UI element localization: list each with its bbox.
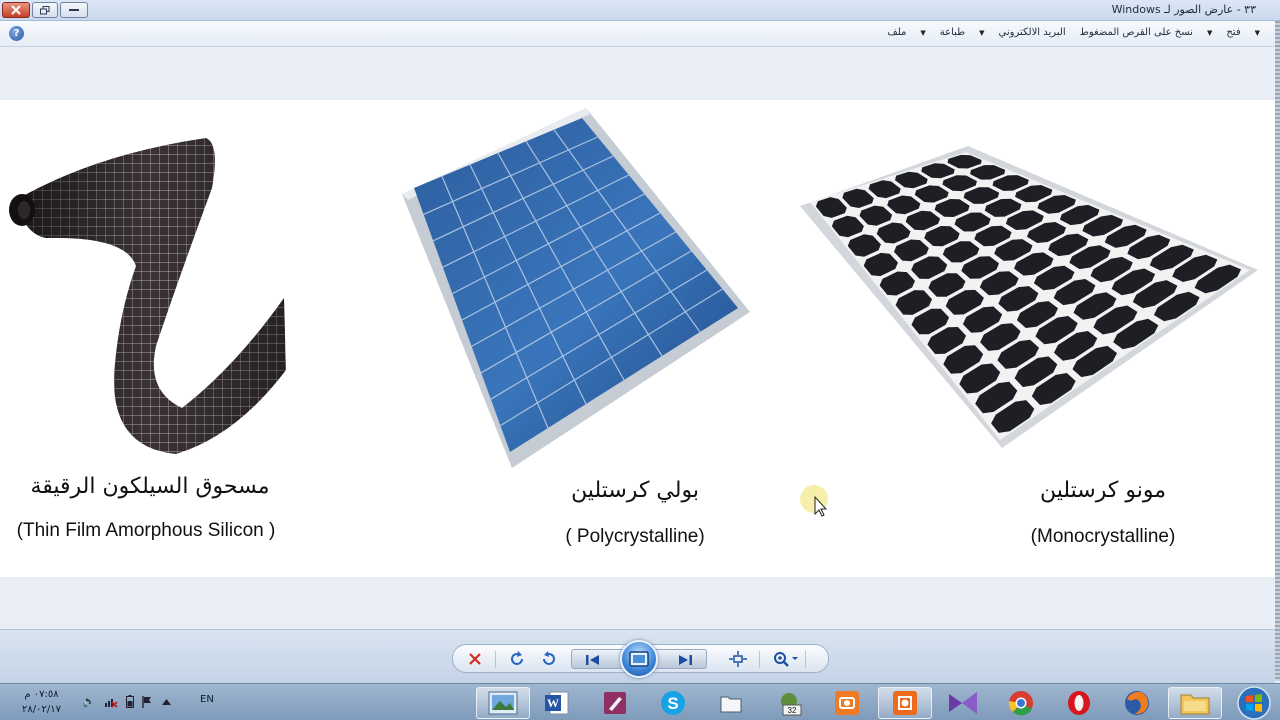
rotate-counterclockwise-icon <box>543 651 555 665</box>
clock-time: ٠٧:٥٨ م <box>24 689 59 700</box>
battery-icon[interactable] <box>125 695 134 708</box>
image-canvas: مسحوق السيلكون الرقيقة (Thin Film Amorph… <box>0 100 1275 577</box>
skype-icon: S <box>661 691 685 715</box>
window-title: ٣٣ - عارض الصور لـ Windows <box>1111 3 1256 16</box>
opera-icon <box>1068 691 1090 715</box>
taskbar-camera-2[interactable] <box>878 687 932 719</box>
clock-date: ٢٨/٠٢/١٧ <box>22 704 61 715</box>
taskbar-chrome[interactable] <box>994 687 1048 719</box>
firefox-icon <box>1125 691 1149 715</box>
menu-file-label: ملف <box>887 27 907 38</box>
minimize-window-button[interactable] <box>60 2 88 18</box>
thin-film-title-ar: مسحوق السيلكون الرقيقة <box>30 474 270 499</box>
photo-viewer-icon <box>488 691 518 715</box>
network-disconnected-icon[interactable] <box>104 696 118 708</box>
paint-brush-icon <box>604 692 626 714</box>
menu-open[interactable]: فتح ▼ <box>1226 27 1260 38</box>
chevron-down-icon: ▼ <box>1254 28 1260 37</box>
word-icon: W <box>545 691 569 715</box>
restore-window-button[interactable] <box>32 2 58 18</box>
chrome-icon <box>1008 691 1033 716</box>
menu-burn-label: نسخ على القرص المضغوط <box>1079 27 1193 38</box>
taskbar-opera[interactable] <box>1052 687 1106 719</box>
start-button[interactable] <box>1232 684 1276 720</box>
previous-icon <box>586 655 599 665</box>
taskbar-game[interactable]: 32 <box>762 687 816 719</box>
chevron-down-icon: ▼ <box>920 28 926 37</box>
menu-print[interactable]: طباعة ▼ <box>940 27 985 38</box>
close-icon <box>11 5 21 15</box>
taskbar-firefox[interactable] <box>1110 687 1164 719</box>
svg-text:32: 32 <box>788 706 797 715</box>
monocrystalline-title-en: (Monocrystalline) <box>1030 526 1176 547</box>
menu-print-label: طباعة <box>939 27 966 38</box>
camera-icon <box>835 691 859 715</box>
slideshow-button[interactable] <box>620 640 658 678</box>
help-icon[interactable]: ? <box>9 26 24 41</box>
taskbar-word[interactable]: W <box>530 687 584 719</box>
chevron-down-icon: ▼ <box>979 28 985 37</box>
slideshow-icon <box>629 651 649 667</box>
game-32-icon: 32 <box>781 693 802 716</box>
previous-button[interactable] <box>582 650 604 670</box>
toolbar-divider <box>805 651 806 668</box>
taskbar-skype[interactable]: S <box>646 687 700 719</box>
toolbar-divider <box>495 651 496 668</box>
rotate-counterclockwise-button[interactable] <box>537 649 559 669</box>
svg-text:W: W <box>547 696 559 710</box>
menu: ملف ▼ طباعة ▼ البريد الالكتروني نسخ على … <box>887 27 1260 38</box>
menu-open-label: فتح <box>1226 27 1241 38</box>
taskbar-explorer[interactable] <box>1168 687 1222 719</box>
chevron-down-icon: ▼ <box>1206 28 1213 37</box>
taskbar: ٠٧:٥٨ م ٢٨/٠٢/١٧ 🔈 EN W S 32 <box>0 683 1280 720</box>
monocrystalline-title-ar: مونو كرستلين <box>1040 478 1166 503</box>
zoom-icon <box>774 652 798 667</box>
window-edge <box>1275 21 1280 681</box>
delete-button[interactable] <box>464 649 486 669</box>
title-bar: ٣٣ - عارض الصور لـ Windows <box>0 0 1280 21</box>
action-center-flag-icon[interactable] <box>142 695 154 708</box>
window-controls <box>2 2 88 18</box>
polycrystalline-panel-image <box>402 108 750 468</box>
menu-bar: ? ملف ▼ طباعة ▼ البريد الالكتروني نسخ عل… <box>0 21 1280 47</box>
menu-email[interactable]: البريد الالكتروني <box>999 27 1066 38</box>
visual-studio-icon <box>949 692 977 714</box>
taskbar-paint[interactable] <box>588 687 642 719</box>
next-button[interactable] <box>674 650 696 670</box>
delete-icon <box>469 653 481 665</box>
minimize-icon <box>69 9 79 11</box>
actual-size-button[interactable] <box>727 649 749 669</box>
restore-icon <box>40 5 50 14</box>
taskbar-camera[interactable] <box>820 687 874 719</box>
thin-film-title-en: (Thin Film Amorphous Silicon ) <box>16 520 276 541</box>
polycrystalline-title-ar: بولي كرستلين <box>571 478 699 503</box>
menu-email-label: البريد الالكتروني <box>998 27 1066 38</box>
mouse-pointer-icon <box>800 485 828 517</box>
taskbar-folder[interactable] <box>704 687 758 719</box>
menu-burn[interactable]: نسخ على القرص المضغوط ▼ <box>1080 27 1213 38</box>
next-icon <box>679 655 692 665</box>
taskbar-visual-studio[interactable] <box>936 687 990 719</box>
show-hidden-icons-icon[interactable] <box>161 698 171 705</box>
volume-icon[interactable]: 🔈 <box>82 695 96 708</box>
clock[interactable]: ٠٧:٥٨ م ٢٨/٠٢/١٧ <box>22 687 61 717</box>
rotate-clockwise-icon <box>511 651 523 665</box>
language-indicator[interactable]: EN <box>200 694 214 705</box>
windows-logo-icon <box>1237 685 1271 720</box>
menu-file[interactable]: ملف ▼ <box>887 27 925 38</box>
close-window-button[interactable] <box>2 2 30 18</box>
taskbar-photo-viewer[interactable] <box>476 687 530 719</box>
camera-2-icon <box>893 691 917 715</box>
folder-icon <box>720 696 742 713</box>
monocrystalline-panel-image <box>800 146 1258 448</box>
actual-size-icon <box>729 651 747 667</box>
thin-film-panel-image <box>9 138 286 454</box>
tray-icons: 🔈 <box>82 695 171 708</box>
toolbar-divider <box>759 651 760 668</box>
polycrystalline-title-en: ( Polycrystalline) <box>565 526 705 547</box>
rotate-clockwise-button[interactable] <box>507 649 529 669</box>
zoom-button[interactable] <box>771 649 801 669</box>
svg-text:S: S <box>667 694 678 713</box>
explorer-icon <box>1180 694 1210 715</box>
